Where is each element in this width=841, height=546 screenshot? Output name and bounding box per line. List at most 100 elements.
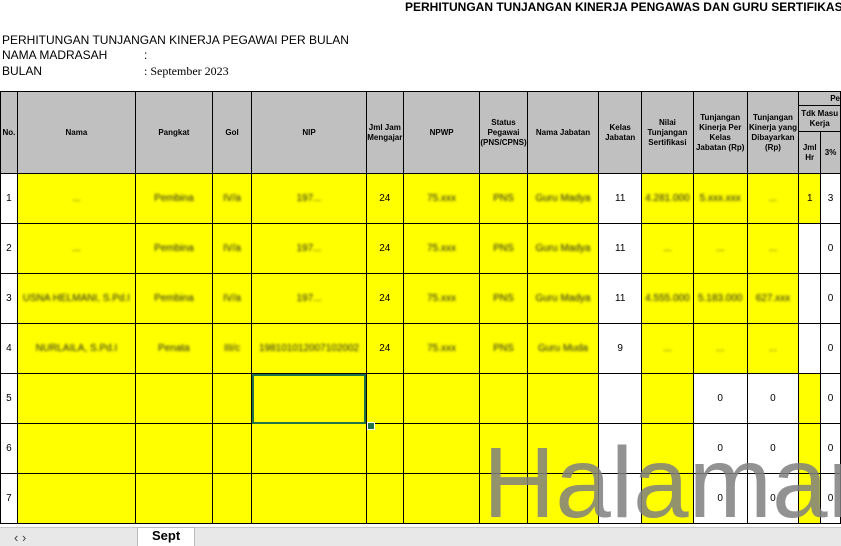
- cell-npwp[interactable]: 75.xxx: [402, 223, 481, 274]
- header-jml-hr[interactable]: Jml Hr: [798, 131, 822, 174]
- cell-nilai[interactable]: ...: [641, 323, 694, 374]
- cell-jabatan[interactable]: Guru Muda: [526, 323, 600, 374]
- cell-nama[interactable]: [16, 473, 136, 524]
- cell-jml-hr[interactable]: [798, 373, 822, 424]
- cell-kelas[interactable]: [598, 373, 643, 424]
- cell-nama[interactable]: ...: [16, 173, 136, 224]
- cell-jam[interactable]: 24: [365, 173, 404, 224]
- cell-tunj-bayar[interactable]: ...: [746, 223, 800, 274]
- cell-no[interactable]: 6: [0, 423, 18, 474]
- scroll-left-icon[interactable]: ‹ ›: [14, 530, 26, 545]
- cell-jabatan[interactable]: [526, 373, 600, 424]
- cell-jam[interactable]: [365, 373, 404, 424]
- cell-pangkat[interactable]: Penata: [134, 323, 213, 374]
- header-tunj-bayar[interactable]: Tunjangan Kinerja yang Dibayarkan (Rp): [746, 91, 800, 174]
- table-row[interactable]: 2 ... Pembina IV/a 197... 24 75.xxx PNS …: [0, 223, 841, 274]
- cell-nip[interactable]: 197...: [251, 173, 367, 224]
- cell-no[interactable]: 7: [0, 473, 18, 524]
- cell-no[interactable]: 1: [0, 173, 18, 224]
- cell-jam[interactable]: [365, 473, 404, 524]
- header-nip[interactable]: NIP: [251, 91, 367, 174]
- header-jabatan[interactable]: Nama Jabatan: [526, 91, 600, 174]
- header-kelas[interactable]: Kelas Jabatan: [598, 91, 643, 174]
- cell-nip[interactable]: [251, 423, 367, 474]
- cell-pangkat[interactable]: [134, 373, 213, 424]
- cell-kelas[interactable]: 11: [598, 173, 643, 224]
- header-nama[interactable]: Nama: [16, 91, 136, 174]
- cell-gol[interactable]: [211, 473, 253, 524]
- cell-no[interactable]: 2: [0, 223, 18, 274]
- fill-handle[interactable]: [367, 422, 375, 430]
- cell-no[interactable]: 4: [0, 323, 18, 374]
- cell-nip[interactable]: 198101012007102002: [251, 323, 367, 374]
- cell-pct[interactable]: 3: [820, 173, 841, 224]
- cell-npwp[interactable]: [402, 373, 481, 424]
- cell-npwp[interactable]: [402, 423, 481, 474]
- cell-status[interactable]: PNS: [479, 223, 528, 274]
- table-row[interactable]: 1 ... Pembina IV/a 197... 24 75.xxx PNS …: [0, 173, 841, 224]
- cell-nilai[interactable]: ...: [641, 223, 694, 274]
- cell-nama[interactable]: [16, 423, 136, 474]
- cell-nama[interactable]: USNA HELMANI, S.Pd.I: [16, 273, 136, 324]
- cell-jml-hr[interactable]: 1: [798, 173, 822, 224]
- cell-pangkat[interactable]: [134, 473, 213, 524]
- cell-tunj-kelas[interactable]: 0: [692, 373, 748, 424]
- header-pangkat[interactable]: Pangkat: [134, 91, 213, 174]
- header-gol[interactable]: Gol: [211, 91, 253, 174]
- cell-status[interactable]: PNS: [479, 173, 528, 224]
- cell-jml-hr[interactable]: [798, 223, 822, 274]
- cell-kelas[interactable]: 11: [598, 273, 643, 324]
- cell-jabatan[interactable]: Guru Madya: [526, 173, 600, 224]
- cell-pct[interactable]: 0: [820, 373, 841, 424]
- cell-gol[interactable]: IV/a: [211, 173, 253, 224]
- cell-jam[interactable]: [365, 423, 404, 474]
- header-jml-jam[interactable]: Jml Jam Mengajar: [365, 91, 404, 174]
- cell-jml-hr[interactable]: [798, 323, 822, 374]
- cell-pangkat[interactable]: [134, 423, 213, 474]
- cell-nilai[interactable]: 4.281.000: [641, 173, 694, 224]
- header-nilai[interactable]: Nilai Tunjangan Sertifikasi: [641, 91, 694, 174]
- cell-tunj-bayar[interactable]: 627.xxx: [746, 273, 800, 324]
- cell-tunj-bayar[interactable]: ...: [746, 173, 800, 224]
- cell-kelas[interactable]: 11: [598, 223, 643, 274]
- cell-pct[interactable]: 0: [820, 323, 841, 374]
- cell-tunj-kelas[interactable]: ...: [692, 323, 748, 374]
- cell-status[interactable]: PNS: [479, 323, 528, 374]
- header-pct[interactable]: 3%: [820, 131, 841, 174]
- cell-tunj-bayar[interactable]: ...: [746, 323, 800, 374]
- cell-nilai[interactable]: 4.555.000: [641, 273, 694, 324]
- cell-jabatan[interactable]: Guru Madya: [526, 223, 600, 274]
- cell-status[interactable]: [479, 373, 528, 424]
- cell-npwp[interactable]: 75.xxx: [402, 323, 481, 374]
- cell-npwp[interactable]: [402, 473, 481, 524]
- cell-nip[interactable]: [251, 473, 367, 524]
- table-row[interactable]: 5 0 0 0: [0, 373, 841, 424]
- cell-pct[interactable]: 0: [820, 223, 841, 274]
- cell-status[interactable]: PNS: [479, 273, 528, 324]
- cell-pangkat[interactable]: Pembina: [134, 173, 213, 224]
- cell-gol[interactable]: IV/a: [211, 223, 253, 274]
- header-group-top[interactable]: Pe: [798, 91, 841, 106]
- cell-tunj-kelas[interactable]: ...: [692, 223, 748, 274]
- cell-pct[interactable]: 0: [820, 273, 841, 324]
- cell-nilai[interactable]: [641, 373, 694, 424]
- cell-gol[interactable]: [211, 423, 253, 474]
- cell-tunj-kelas[interactable]: 5.xxx.xxx: [692, 173, 748, 224]
- cell-gol[interactable]: IV/a: [211, 273, 253, 324]
- table-row[interactable]: 4 NURLAILA, S.Pd.I Penata III/c 19810101…: [0, 323, 841, 374]
- cell-kelas[interactable]: 9: [598, 323, 643, 374]
- header-group-sub[interactable]: Tdk Masu Kerja: [798, 105, 841, 132]
- cell-no[interactable]: 3: [0, 273, 18, 324]
- cell-jam[interactable]: 24: [365, 223, 404, 274]
- cell-pangkat[interactable]: Pembina: [134, 223, 213, 274]
- cell-jml-hr[interactable]: [798, 273, 822, 324]
- header-status[interactable]: Status Pegawai (PNS/CPNS): [479, 91, 528, 174]
- header-tunj-kelas[interactable]: Tunjangan Kinerja Per Kelas Jabatan (Rp): [692, 91, 748, 174]
- tab-sept[interactable]: Sept: [138, 528, 195, 546]
- cell-nip[interactable]: 197...: [251, 223, 367, 274]
- cell-gol[interactable]: [211, 373, 253, 424]
- cell-nama[interactable]: ...: [16, 223, 136, 274]
- cell-tunj-bayar[interactable]: 0: [746, 373, 800, 424]
- header-no[interactable]: No.: [0, 91, 18, 174]
- cell-npwp[interactable]: 75.xxx: [402, 173, 481, 224]
